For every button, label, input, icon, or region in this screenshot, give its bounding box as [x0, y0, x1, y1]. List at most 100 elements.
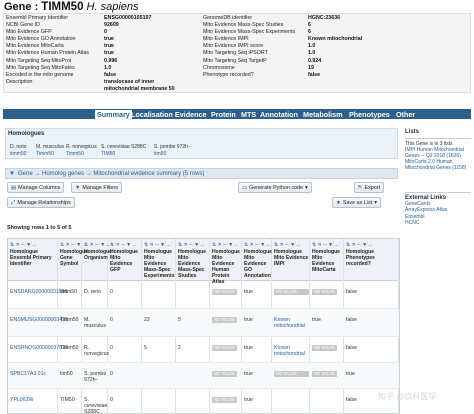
table-cell: false: [346, 345, 357, 351]
column-controls[interactable]: ⇅ ✕ ─ ▼ ...: [274, 242, 301, 248]
identifier-link[interactable]: SPBC17A3.01c: [10, 371, 46, 377]
table-row: SPBC17A3.01c tim50 S. pombe 972h- 0 NO VALUE…: [8, 363, 399, 389]
column-header[interactable]: Homologue Gene Symbol: [60, 249, 88, 267]
lists-box: This Gene is in 3 lists IMPI Human Mitoc…: [405, 138, 471, 171]
generate-python-button[interactable]: ▭ Generate Python code ▾: [238, 182, 312, 193]
manage-columns-label: Manage Columns: [18, 185, 61, 191]
tab-summary[interactable]: Summary: [95, 110, 132, 119]
column-header[interactable]: Homologue Mito Evidence IMPI: [274, 249, 309, 267]
detail-value: 19: [308, 64, 314, 71]
homolog-symbol-link[interactable]: Timm50: [66, 151, 84, 157]
tab-annotation[interactable]: Annotation: [260, 110, 298, 119]
detail-label: Mito Evidence Mass-Spec Experiments: [203, 29, 296, 36]
details-right-values: HGNC:23636 6 6 Known mitochondrial 1.0 1.0 0.9…: [308, 15, 362, 79]
column-controls[interactable]: ⇅ ✕ ─ ▼ ...: [212, 242, 239, 248]
column-header[interactable]: Homologue Ensembl Primary Identifier: [10, 249, 57, 267]
detail-label: Mito Evidence Human Protein Atlas: [6, 50, 90, 57]
table-cell: 0: [110, 371, 113, 377]
column-header[interactable]: Homologue Organism: [84, 249, 112, 261]
column-controls[interactable]: ⇅ ✕ ─ ▼ ...: [84, 242, 111, 248]
detail-label: Mito Targeting Seq TargetP: [203, 57, 267, 64]
tab-protein[interactable]: Protein: [211, 110, 236, 119]
manage-relationships-button[interactable]: ⤢ Manage Relationships: [7, 197, 75, 208]
no-value-badge: NO VALUE: [274, 289, 309, 295]
homolog-symbol-link[interactable]: timm50: [10, 151, 26, 157]
table-cell: 0: [110, 345, 113, 351]
column-header[interactable]: Homologue Mito Evidence GFP: [110, 249, 141, 273]
detail-label: Description: [6, 78, 33, 85]
save-as-list-label: Save as List: [342, 200, 373, 206]
table-cell: 0: [110, 397, 113, 403]
homolog-symbol-link[interactable]: TIM50: [101, 151, 115, 157]
detail-value: 1.0: [104, 64, 112, 71]
homolog-organism: S. cerevisiae S288C: [101, 144, 147, 150]
manage-columns-button[interactable]: ▤ Manage Columns: [7, 182, 65, 193]
detail-value: true: [104, 50, 115, 57]
list-link[interactable]: MitoCarta 2.0 Human Mitochondrial Genes …: [405, 159, 471, 171]
detail-label: Phenotype recorded?: [203, 71, 254, 78]
identifier-link[interactable]: YPL063W: [10, 397, 33, 403]
summary-bar[interactable]: ▼ Gene → Homolog genes → Mitochondrial e…: [5, 168, 398, 179]
table-cell: S. cerevisiae S288C: [84, 397, 108, 414]
collapse-icon[interactable]: ▼: [9, 171, 15, 177]
column-header[interactable]: Homologue Mito Evidence Human Protein At…: [212, 249, 241, 285]
column-controls[interactable]: ⇅ ✕ ─ ▼ ...: [178, 242, 205, 248]
identifier-link[interactable]: ENSDARG00000031098: [10, 289, 67, 295]
no-value-badge: NO VALUE: [212, 371, 237, 377]
table-cell: R. norvegicus: [84, 345, 110, 357]
tab-metabolism[interactable]: Metabolism: [303, 110, 343, 119]
external-links-title: External Links: [405, 192, 471, 201]
column-controls[interactable]: ⇅ ✕ ─ ▼ ...: [312, 242, 339, 248]
homolog-symbol-link[interactable]: tim50: [154, 151, 166, 157]
column-controls[interactable]: ⇅ ✕ ─ ▼ ...: [10, 242, 37, 248]
column-controls[interactable]: ⇅ ✕ ─ ▼ ...: [244, 242, 271, 248]
tab-localisation-evidence[interactable]: Localisation Evidence: [131, 110, 207, 119]
table-cell: false: [346, 317, 357, 323]
column-header[interactable]: Homologue Mito Evidence MitoCarta: [312, 249, 343, 273]
table-row: ENSMUSG00000003438 Timm50 M. musculus 0 22 5 N…: [8, 309, 399, 337]
column-header[interactable]: Homologue Phenotypes recorded?: [346, 249, 398, 267]
table-cell: Timm50: [60, 345, 79, 351]
no-value-badge: NO VALUE: [312, 345, 337, 351]
export-button[interactable]: ⇱ Export: [354, 182, 385, 193]
table-cell: 5: [178, 317, 181, 323]
code-icon: ▭: [242, 185, 248, 191]
save-as-list-button[interactable]: ★ Save as List ▾: [332, 197, 381, 208]
column-header[interactable]: Homologue Mito Evidence Mass-Spec Experi…: [144, 249, 175, 279]
filter-icon: ▼: [75, 185, 81, 191]
table-cell: TIM50: [60, 397, 75, 403]
detail-value: ENSG00000105197: [104, 15, 152, 21]
homolog-organism: M. musculus: [36, 144, 65, 150]
detail-value: 1.0: [308, 50, 316, 57]
detail-label: Mito Evidence IMPI: [203, 36, 249, 43]
table-cell: true: [244, 345, 253, 351]
manage-filters-button[interactable]: ▼ Manage Filters: [71, 182, 122, 193]
column-controls[interactable]: ⇅ ✕ ─ ▼ ...: [144, 242, 171, 248]
save-icon: ★: [336, 200, 341, 206]
tab-mts[interactable]: MTS: [241, 110, 256, 119]
column-header[interactable]: Homologue Mito Evidence Mass-Spec Studie…: [178, 249, 209, 279]
gene-symbol: TIMM50: [41, 1, 84, 13]
detail-value: 0.996: [104, 57, 118, 64]
column-header[interactable]: Homologue Mito Evidence GO Annotation: [244, 249, 272, 279]
table-row: YPL063W TIM50 S. cerevisiae S288C 0 NO VALUE…: [8, 389, 399, 414]
list-link[interactable]: IMPI Human Mitochondrial Genes -- Q2 201…: [405, 147, 471, 159]
homolog-symbol-link[interactable]: Timm50: [36, 151, 54, 157]
detail-label: Mito Evidence GFP: [6, 29, 52, 36]
column-controls[interactable]: ⇅ ✕ ─ ▼ ...: [110, 242, 137, 248]
table-cell: 22: [144, 317, 150, 323]
detail-label: Encoded in the mito genome: [6, 71, 74, 78]
detail-value: false: [308, 71, 321, 78]
no-value-badge: NO VALUE: [212, 345, 237, 351]
table-cell: timm50: [60, 289, 78, 295]
table-row: ENSRNOG00000037638 Timm50 R. norvegicus 0 5 2…: [8, 337, 399, 363]
no-value-badge: NO VALUE: [212, 317, 237, 323]
watermark: 知乎 @玖科医学: [378, 392, 437, 401]
external-link[interactable]: HCNC: [405, 220, 471, 226]
no-value-badge: NO VALUE: [312, 371, 337, 377]
detail-value: 0.924: [308, 57, 322, 64]
detail-label: GenomeDB identifier: [203, 15, 253, 21]
column-controls[interactable]: ⇅ ✕ ─ ▼ ...: [346, 242, 373, 248]
tab-other[interactable]: Other: [396, 110, 415, 119]
tab-phenotypes[interactable]: Phenotypes: [349, 110, 390, 119]
